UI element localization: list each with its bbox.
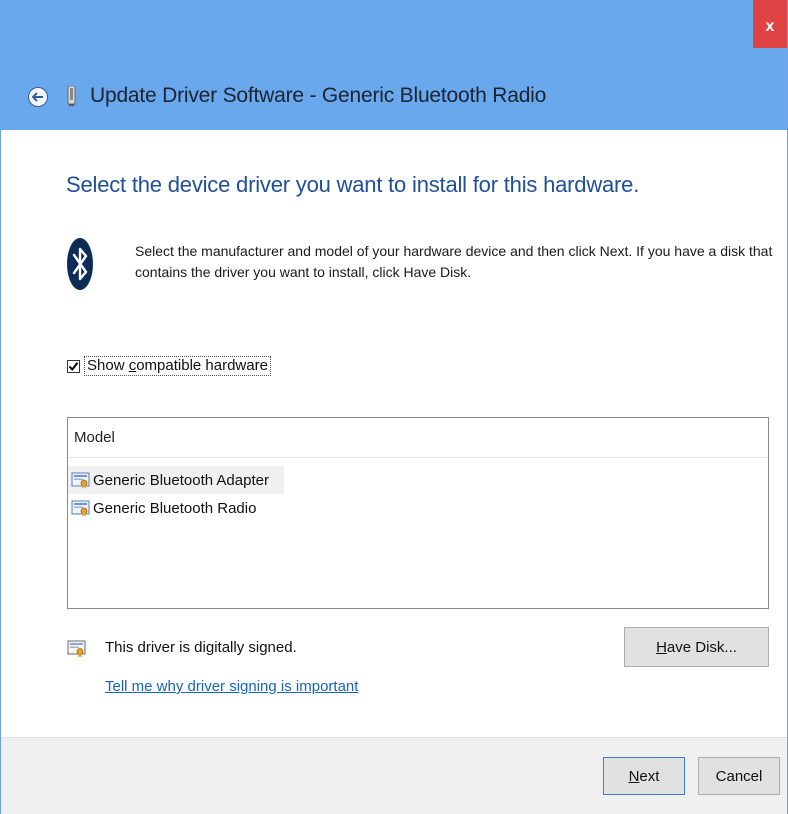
instruction-text: Select the manufacturer and model of you… — [135, 243, 773, 280]
show-compatible-checkbox[interactable] — [67, 359, 80, 373]
show-compatible-label[interactable]: Show compatible hardware — [84, 356, 271, 376]
cancel-button[interactable]: Cancel — [698, 757, 780, 795]
list-item[interactable]: Generic Bluetooth Radio — [68, 494, 284, 522]
show-compatible-row[interactable]: Show compatible hardware — [67, 356, 271, 376]
model-column-header[interactable]: Model — [68, 418, 768, 458]
driver-certificate-icon — [71, 472, 90, 488]
close-button[interactable]: x — [753, 0, 787, 48]
window-title: Update Driver Software - Generic Bluetoo… — [90, 84, 547, 107]
page-heading: Select the device driver you want to ins… — [66, 172, 640, 197]
next-button[interactable]: Next — [603, 757, 685, 795]
driver-signed-text: This driver is digitally signed. — [105, 639, 297, 656]
back-arrow-icon[interactable] — [28, 87, 48, 107]
bluetooth-icon — [67, 238, 93, 290]
have-disk-button[interactable]: Have Disk... — [624, 627, 769, 667]
bluetooth-device-icon — [67, 86, 76, 106]
signed-certificate-icon — [67, 640, 86, 658]
update-driver-window: x Update Driver Software - Generic Bluet… — [0, 0, 788, 814]
list-item[interactable]: Generic Bluetooth Adapter — [68, 466, 284, 494]
driver-signing-link[interactable]: Tell me why driver signing is important — [105, 678, 358, 695]
title-bar: x Update Driver Software - Generic Bluet… — [1, 0, 787, 130]
list-item-label: Generic Bluetooth Adapter — [93, 471, 269, 489]
model-list[interactable]: Model Generic Bluetooth Adapter Generic … — [67, 417, 769, 609]
checkmark-icon — [68, 361, 79, 371]
driver-certificate-icon — [71, 500, 90, 516]
list-item-label: Generic Bluetooth Radio — [93, 499, 257, 517]
